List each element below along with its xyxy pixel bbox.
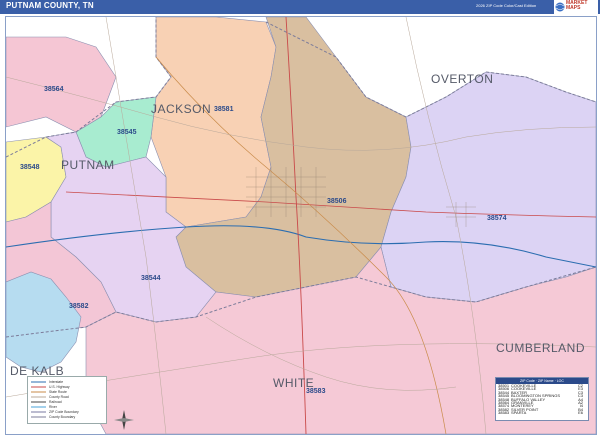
zip-label-38581: 38581	[214, 106, 234, 113]
publisher-logo: MARKET MAPS	[554, 0, 598, 14]
zip-label-38548: 38548	[20, 164, 40, 171]
legend-item-label: ZIP Code Boundary	[49, 410, 79, 414]
table-row: 38583 SPARTA E6	[496, 411, 588, 414]
county-label-jackson: JACKSON	[151, 102, 211, 116]
zip-table-rows: 38501 COOKEVILLE C2 38506 COOKEVILLE E3 38544 B…	[496, 384, 588, 415]
legend-item-label: Interstate	[49, 380, 63, 384]
map-canvas: JACKSON OVERTON PUTNAM DE KALB WHITE CUM…	[5, 16, 597, 435]
legend-item-label: Railroad	[49, 400, 62, 404]
zip-area-38581[interactable]	[150, 17, 277, 228]
zip-label-38574: 38574	[487, 215, 507, 222]
county-label-cumberland: CUMBERLAND	[496, 341, 585, 355]
map-poster: PUTNAM COUNTY, TN 2026 ZIP Code Color/Ca…	[0, 0, 600, 436]
zip-label-38564: 38564	[44, 86, 64, 93]
zip-label-38583: 38583	[306, 388, 326, 395]
legend-item-label: River	[49, 405, 58, 409]
map-svg: JACKSON OVERTON PUTNAM DE KALB WHITE CUM…	[6, 17, 596, 434]
county-label-putnam: PUTNAM	[61, 158, 115, 172]
map-title: PUTNAM COUNTY, TN	[6, 1, 94, 10]
legend-item-label: U.S. Highway	[49, 385, 70, 389]
zip-code-cell: 38583	[498, 411, 510, 415]
title-bar: PUTNAM COUNTY, TN 2026 ZIP Code Color/Ca…	[0, 0, 600, 14]
grid-location-cell: E6	[578, 411, 583, 415]
zip-name-cell: SPARTA	[511, 411, 527, 415]
zip-label-38545: 38545	[117, 129, 137, 136]
edition-label: 2026 ZIP Code Color/Cast Edition	[476, 3, 537, 8]
county-label-overton: OVERTON	[431, 72, 493, 86]
legend-item-label: State Route	[49, 390, 67, 394]
zip-label-38582: 38582	[69, 303, 89, 310]
zip-label-38544: 38544	[141, 275, 161, 282]
map-legend: Interstate U.S. Highway State Route County …	[27, 376, 107, 424]
compass-rose-icon	[114, 410, 134, 430]
legend-swatches: InterstateU.S. HighwayState RouteCounty …	[31, 380, 79, 419]
zip-label-38506: 38506	[327, 198, 347, 205]
legend-item-label: County Boundary	[49, 415, 76, 419]
zip-code-table: ZIP Code · ZIP Name · LOC 38501 COOKEVILL…	[495, 377, 589, 421]
globe-icon	[555, 2, 565, 12]
logo-brand: MARKET MAPS	[566, 0, 588, 11]
legend-item-label: County Road	[49, 395, 69, 399]
